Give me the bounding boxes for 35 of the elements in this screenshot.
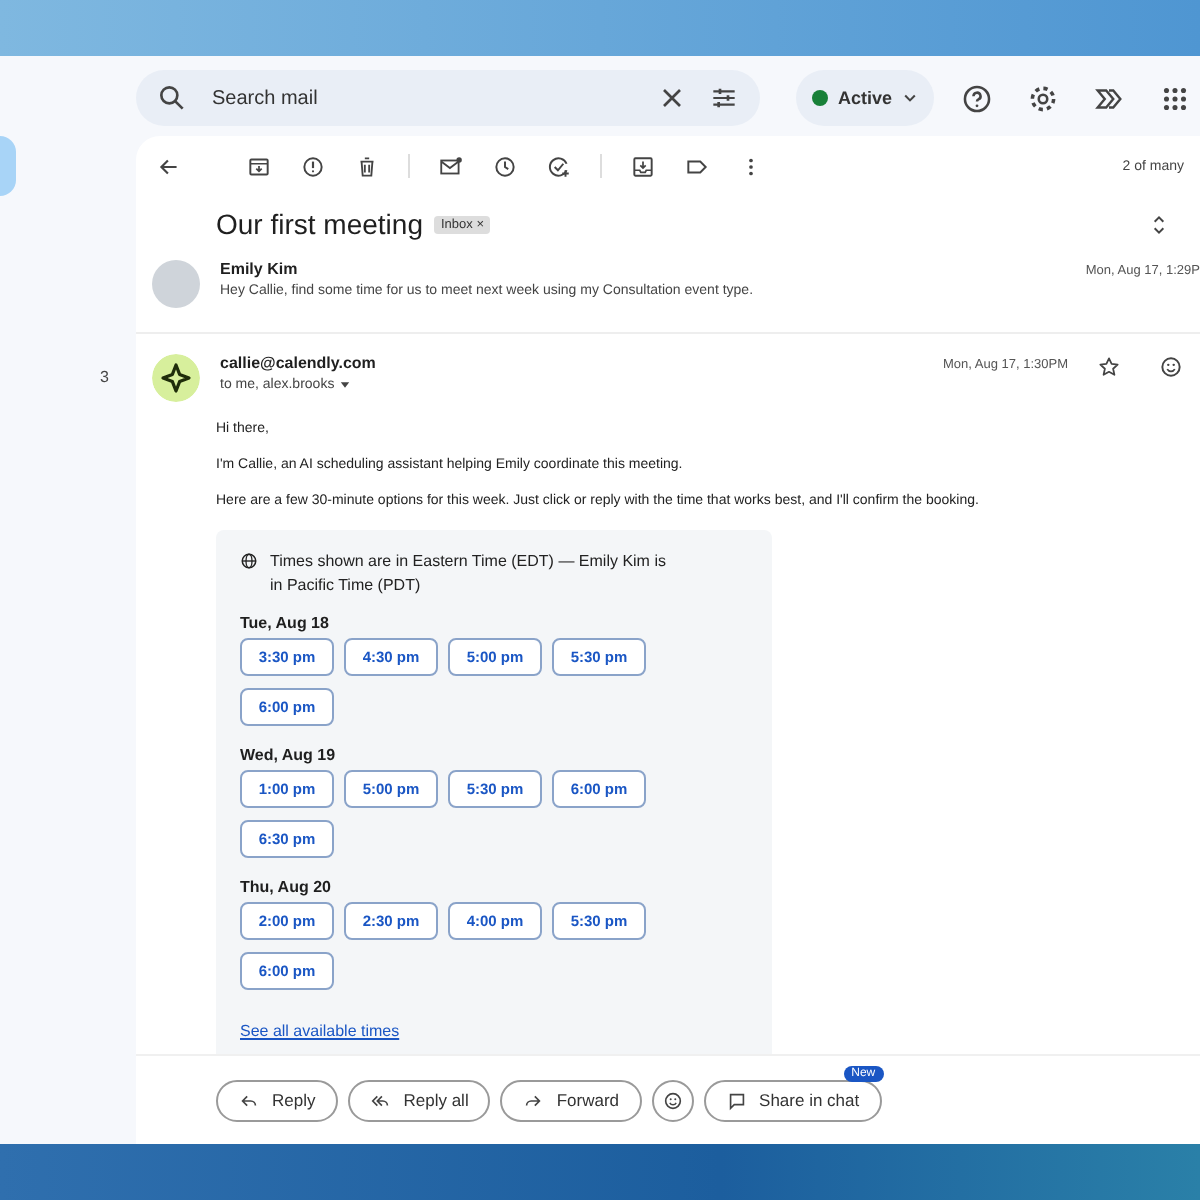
day-heading: Wed, Aug 19 — [240, 746, 338, 764]
search-field[interactable]: Search mail — [208, 85, 636, 111]
archive-icon[interactable] — [246, 153, 272, 179]
share-in-chat-button[interactable]: Share in chat — [703, 1079, 882, 1121]
caret-icon — [338, 378, 353, 392]
emoji-reaction-button[interactable] — [651, 1079, 694, 1121]
spam-icon[interactable] — [300, 153, 326, 179]
mark-unread-icon[interactable] — [438, 153, 464, 179]
star-icon[interactable] — [1096, 354, 1122, 380]
sparkle-avatar-icon — [152, 354, 200, 402]
emoji-icon — [661, 1089, 684, 1111]
caret-icon — [902, 90, 919, 106]
reply-all-button[interactable]: Reply all — [347, 1079, 491, 1121]
settings-icon[interactable] — [1026, 81, 1061, 115]
emoji-icon[interactable] — [1158, 354, 1184, 380]
move-to-icon[interactable] — [630, 153, 656, 179]
see-all-times-link[interactable]: See all available times — [240, 1022, 400, 1040]
email-subject: Our first meeting — [216, 208, 423, 240]
sender-email: callie@calendly.com — [220, 354, 378, 372]
timezone-note: Times shown are in Eastern Time (EDT) — Emily Kim is in Pacific Time (PDT) — [270, 550, 668, 598]
forward-button[interactable]: Forward — [500, 1079, 642, 1121]
day-heading: Thu, Aug 20 — [240, 878, 333, 896]
add-task-icon[interactable] — [546, 153, 572, 179]
reply-button[interactable]: Reply — [216, 1079, 338, 1121]
day-heading: Tue, Aug 18 — [240, 614, 331, 632]
search-icon — [156, 82, 188, 114]
chat-bubble-icon — [725, 1089, 748, 1111]
clock-icon[interactable] — [492, 153, 518, 179]
sender-name: Emily Kim — [220, 260, 300, 278]
status-button[interactable]: Active — [796, 70, 935, 126]
unread-count: 3 — [100, 368, 109, 386]
help-icon[interactable] — [960, 81, 995, 115]
search-bar[interactable]: Search mail — [136, 70, 760, 126]
globe-icon — [240, 552, 258, 570]
avatar-placeholder — [152, 260, 200, 308]
